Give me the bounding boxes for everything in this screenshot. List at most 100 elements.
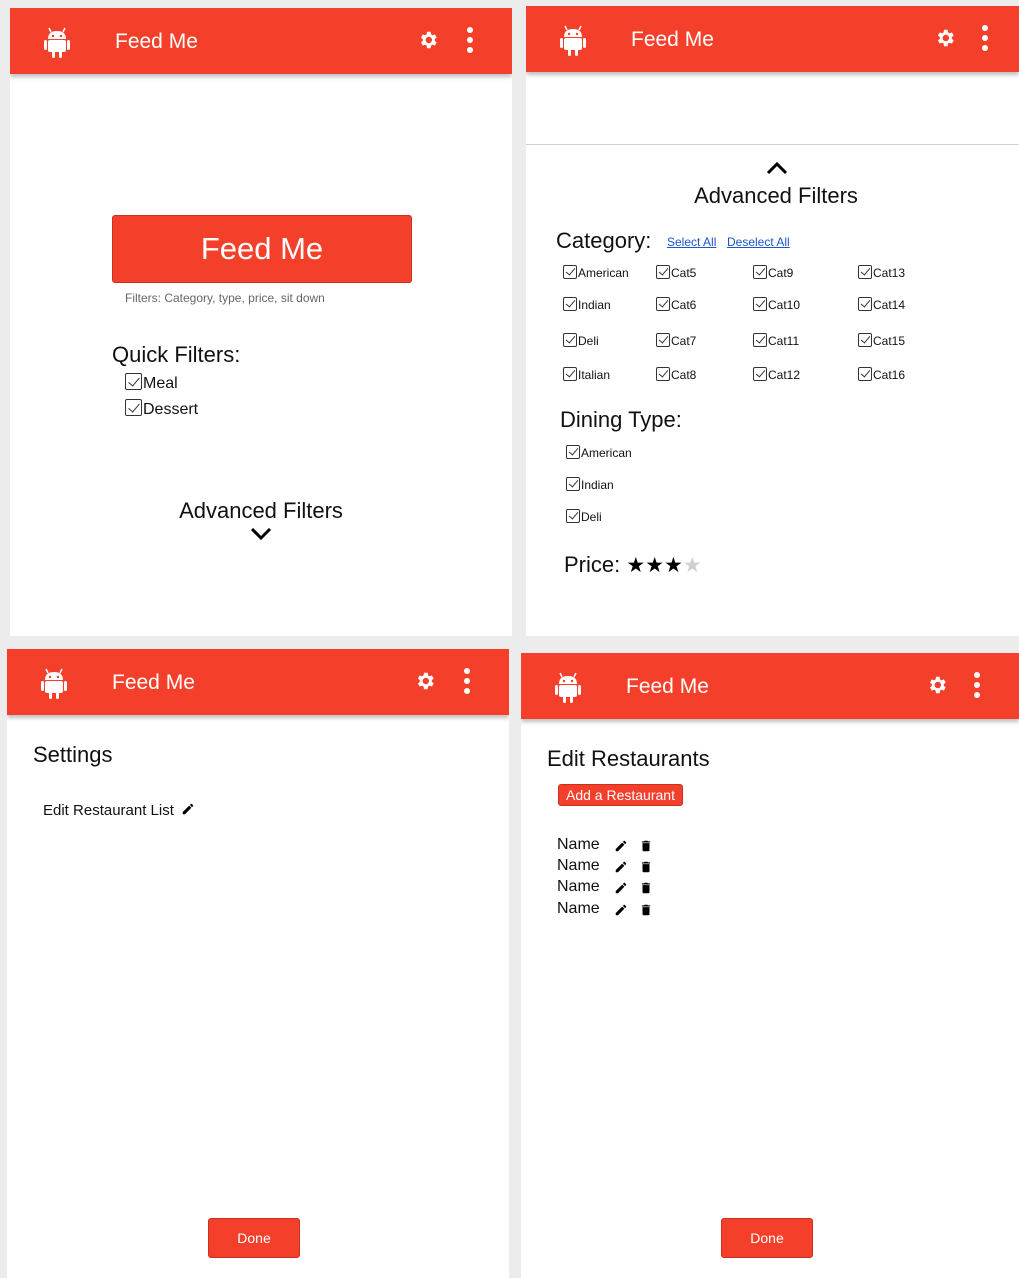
- checkbox-checked[interactable]: [753, 367, 767, 381]
- page-title: Edit Restaurants: [547, 746, 710, 771]
- category-option[interactable]: Indian: [563, 297, 611, 312]
- category-option[interactable]: Cat5: [656, 265, 696, 280]
- pencil-icon: [182, 803, 194, 815]
- checkbox-checked[interactable]: [566, 477, 580, 491]
- checkbox-checked[interactable]: [125, 399, 142, 416]
- home-screen: Feed Me Feed Me Filters: Category, type,…: [10, 8, 512, 636]
- checkbox-checked[interactable]: [858, 367, 872, 381]
- edit-restaurants-screen: Feed Me Edit Restaurants Add a Restauran…: [521, 653, 1019, 1278]
- pencil-icon[interactable]: [614, 860, 628, 874]
- done-button[interactable]: Done: [721, 1218, 813, 1258]
- category-option[interactable]: Cat8: [656, 367, 696, 382]
- checkbox-checked[interactable]: [566, 509, 580, 523]
- dining-option[interactable]: Indian: [566, 477, 614, 492]
- checkbox-checked[interactable]: [563, 333, 577, 347]
- edit-restaurant-list-item[interactable]: Edit Restaurant List: [43, 802, 195, 819]
- category-option[interactable]: Cat15: [858, 333, 905, 348]
- done-button[interactable]: Done: [208, 1218, 300, 1258]
- restaurant-row: Name: [557, 900, 651, 921]
- star-filled-icon[interactable]: ★: [664, 554, 683, 577]
- select-all-link[interactable]: Select All: [667, 235, 716, 249]
- more-vert-icon[interactable]: [973, 671, 981, 699]
- category-option[interactable]: Cat12: [753, 367, 800, 382]
- price-filter: Price: ★★★★: [564, 552, 702, 578]
- category-option[interactable]: Cat7: [656, 333, 696, 348]
- advanced-filters-title: Advanced Filters: [694, 183, 858, 208]
- dining-type-title: Dining Type:: [560, 407, 682, 432]
- android-logo-icon: [41, 668, 67, 699]
- category-option[interactable]: Cat16: [858, 367, 905, 382]
- checkbox-checked[interactable]: [563, 265, 577, 279]
- advanced-filters-screen: Feed Me Advanced Filters Category: Selec…: [526, 6, 1019, 636]
- pencil-icon[interactable]: [614, 903, 628, 917]
- star-empty-icon[interactable]: ★: [683, 554, 702, 577]
- gear-icon[interactable]: [934, 27, 956, 49]
- gear-icon[interactable]: [414, 670, 436, 692]
- restaurant-row: Name: [557, 878, 651, 899]
- quick-filter-meal[interactable]: Meal: [125, 373, 178, 393]
- add-restaurant-button[interactable]: Add a Restaurant: [558, 784, 683, 806]
- advanced-filters-toggle[interactable]: Advanced Filters: [10, 498, 512, 524]
- app-title: Feed Me: [626, 675, 709, 698]
- checkbox-checked[interactable]: [753, 297, 767, 311]
- app-title: Feed Me: [112, 671, 195, 694]
- checkbox-checked[interactable]: [858, 333, 872, 347]
- star-filled-icon[interactable]: ★: [626, 554, 645, 577]
- gear-icon[interactable]: [926, 674, 948, 696]
- restaurant-row: Name: [557, 836, 651, 857]
- category-option[interactable]: Cat9: [753, 265, 793, 280]
- checkbox-checked[interactable]: [566, 445, 580, 459]
- app-title: Feed Me: [115, 30, 198, 53]
- restaurant-name: Name: [557, 836, 600, 853]
- chevron-down-icon[interactable]: [250, 527, 272, 541]
- dining-option[interactable]: American: [566, 445, 632, 460]
- star-filled-icon[interactable]: ★: [645, 554, 664, 577]
- page-title: Settings: [33, 742, 113, 767]
- trash-icon[interactable]: [639, 839, 653, 853]
- dining-option[interactable]: Deli: [566, 509, 602, 524]
- checkbox-checked[interactable]: [858, 265, 872, 279]
- checkbox-checked[interactable]: [858, 297, 872, 311]
- category-option[interactable]: Cat14: [858, 297, 905, 312]
- checkbox-checked[interactable]: [563, 367, 577, 381]
- checkbox-checked[interactable]: [753, 333, 767, 347]
- app-bar: Feed Me: [521, 653, 1019, 719]
- checkbox-checked[interactable]: [656, 333, 670, 347]
- checkbox-checked[interactable]: [753, 265, 767, 279]
- category-title: Category:: [556, 228, 652, 253]
- app-bar: Feed Me: [526, 6, 1019, 72]
- restaurant-name: Name: [557, 857, 600, 874]
- pencil-icon[interactable]: [614, 881, 628, 895]
- checkbox-checked[interactable]: [656, 297, 670, 311]
- app-bar: Feed Me: [7, 649, 509, 715]
- quick-filter-dessert[interactable]: Dessert: [125, 399, 198, 419]
- restaurant-name: Name: [557, 878, 600, 895]
- checkbox-checked[interactable]: [656, 367, 670, 381]
- category-option[interactable]: Cat10: [753, 297, 800, 312]
- category-option[interactable]: Italian: [563, 367, 610, 382]
- android-logo-icon: [555, 672, 581, 703]
- gear-icon[interactable]: [417, 29, 439, 51]
- checkbox-checked[interactable]: [125, 373, 142, 390]
- more-vert-icon[interactable]: [981, 24, 989, 52]
- trash-icon[interactable]: [639, 903, 653, 917]
- trash-icon[interactable]: [639, 860, 653, 874]
- price-rating[interactable]: ★★★★: [626, 552, 701, 577]
- more-vert-icon[interactable]: [466, 26, 474, 54]
- filters-hint: Filters: Category, type, price, sit down: [125, 291, 325, 305]
- feed-me-button[interactable]: Feed Me: [112, 215, 412, 283]
- chevron-up-icon[interactable]: [766, 161, 788, 175]
- category-option[interactable]: Deli: [563, 333, 599, 348]
- category-option[interactable]: Cat13: [858, 265, 905, 280]
- deselect-all-link[interactable]: Deselect All: [727, 235, 790, 249]
- price-label: Price:: [564, 552, 621, 577]
- category-option[interactable]: Cat6: [656, 297, 696, 312]
- category-option[interactable]: Cat11: [753, 333, 799, 348]
- trash-icon[interactable]: [639, 881, 653, 895]
- pencil-icon[interactable]: [614, 839, 628, 853]
- app-title: Feed Me: [631, 28, 714, 51]
- checkbox-checked[interactable]: [656, 265, 670, 279]
- checkbox-checked[interactable]: [563, 297, 577, 311]
- category-option[interactable]: American: [563, 265, 629, 280]
- more-vert-icon[interactable]: [463, 667, 471, 695]
